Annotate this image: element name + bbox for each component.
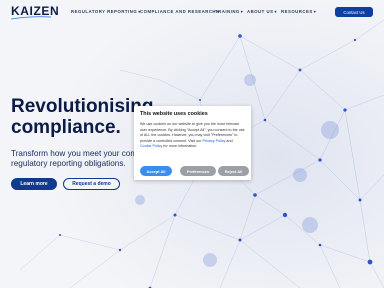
- nav-item-compliance-and-research[interactable]: COMPLIANCE AND RESEARCH▾: [140, 9, 220, 14]
- preferences-button[interactable]: Preferences: [180, 166, 216, 176]
- chevron-down-icon: ▾: [274, 9, 277, 14]
- nav-item-about-us[interactable]: ABOUT US▾: [247, 9, 277, 14]
- nav-item-resources[interactable]: RESOURCES▾: [281, 9, 316, 14]
- chevron-down-icon: ▾: [313, 9, 317, 14]
- chevron-down-icon: ▾: [240, 9, 244, 14]
- hero-title-line-2: compliance.: [11, 117, 121, 138]
- cookie-policy-link[interactable]: Cookie Policy: [140, 144, 162, 148]
- nav-item-regulatory-reporting[interactable]: REGULATORY REPORTING▾: [71, 9, 141, 14]
- request-demo-button[interactable]: Request a demo: [63, 178, 120, 190]
- contact-us-button[interactable]: Contact Us: [335, 7, 373, 17]
- cookie-dialog-text: We use cookies on our website to give yo…: [140, 122, 245, 149]
- cookie-button-group: Accept All Preferences Reject All: [140, 166, 249, 176]
- hero-subtitle: Transform how you meet your comp regulat…: [11, 149, 142, 169]
- nav-item-training[interactable]: TRAINING▾: [215, 9, 243, 14]
- hero-title: Revolutionising compliance.: [11, 96, 154, 138]
- hero-title-line-1: Revolutionising: [11, 96, 154, 117]
- cookie-consent-dialog: This website uses cookies We use cookies…: [134, 106, 251, 180]
- cookie-dialog-title: This website uses cookies: [140, 111, 208, 117]
- logo-swoosh-icon: [11, 16, 51, 20]
- privacy-policy-link[interactable]: Privacy Policy: [202, 139, 225, 143]
- top-navigation: KAIZEN REGULATORY REPORTING▾ COMPLIANCE …: [0, 0, 384, 24]
- accept-all-button[interactable]: Accept All: [140, 166, 172, 176]
- hero-subtitle-line-1: Transform how you meet your comp: [11, 149, 142, 158]
- reject-all-button[interactable]: Reject All: [218, 166, 249, 176]
- hero-subtitle-line-2: regulatory reporting obligations.: [11, 159, 126, 168]
- learn-more-button[interactable]: Learn more: [11, 178, 57, 190]
